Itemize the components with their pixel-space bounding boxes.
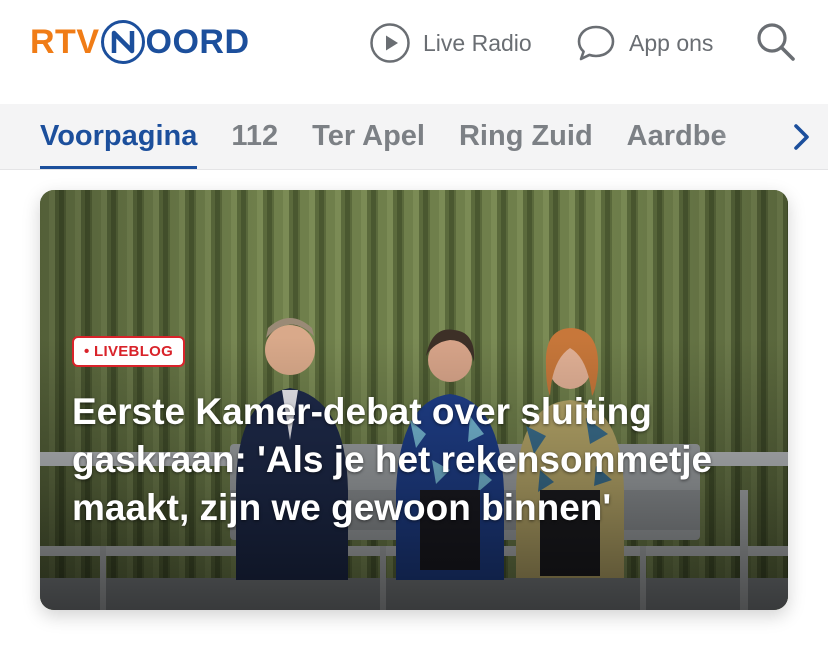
rtv-noord-logo[interactable]: RTV OORD	[30, 18, 250, 66]
search-icon	[757, 23, 795, 61]
tab-voorpagina[interactable]: Voorpagina	[40, 104, 198, 169]
tab-112[interactable]: 112	[231, 104, 278, 169]
search-button[interactable]	[754, 20, 798, 64]
app-header: RTV OORD Live Radio App ons	[0, 0, 828, 104]
logo-text-noord: OORD	[145, 22, 250, 61]
app-ons-button[interactable]: App ons	[575, 16, 713, 70]
tab-aardbevingen[interactable]: Aardbe	[627, 104, 727, 169]
app-ons-label: App ons	[629, 29, 714, 56]
live-radio-button[interactable]: Live Radio	[369, 16, 532, 70]
logo-text-rtv: RTV	[30, 22, 100, 61]
hero-headline[interactable]: Eerste Kamer-debat over sluiting gaskraa…	[72, 388, 732, 532]
live-radio-label: Live Radio	[423, 29, 532, 56]
chat-bubble-icon	[577, 25, 615, 61]
chevron-right-icon	[794, 124, 809, 150]
tabs-scroll-right-button[interactable]	[784, 120, 818, 154]
logo-n-icon	[100, 20, 145, 64]
top-story-card[interactable]: • LIVEBLOG Eerste Kamer-debat over sluit…	[40, 190, 788, 610]
play-circle-icon	[370, 23, 410, 63]
category-tab-bar: Voorpagina 112 Ter Apel Ring Zuid Aardbe	[0, 104, 828, 170]
tab-ter-apel[interactable]: Ter Apel	[312, 104, 425, 169]
liveblog-badge: • LIVEBLOG	[72, 336, 186, 367]
tab-ring-zuid[interactable]: Ring Zuid	[459, 104, 593, 169]
category-tabs: Voorpagina 112 Ter Apel Ring Zuid Aardbe	[40, 104, 727, 169]
